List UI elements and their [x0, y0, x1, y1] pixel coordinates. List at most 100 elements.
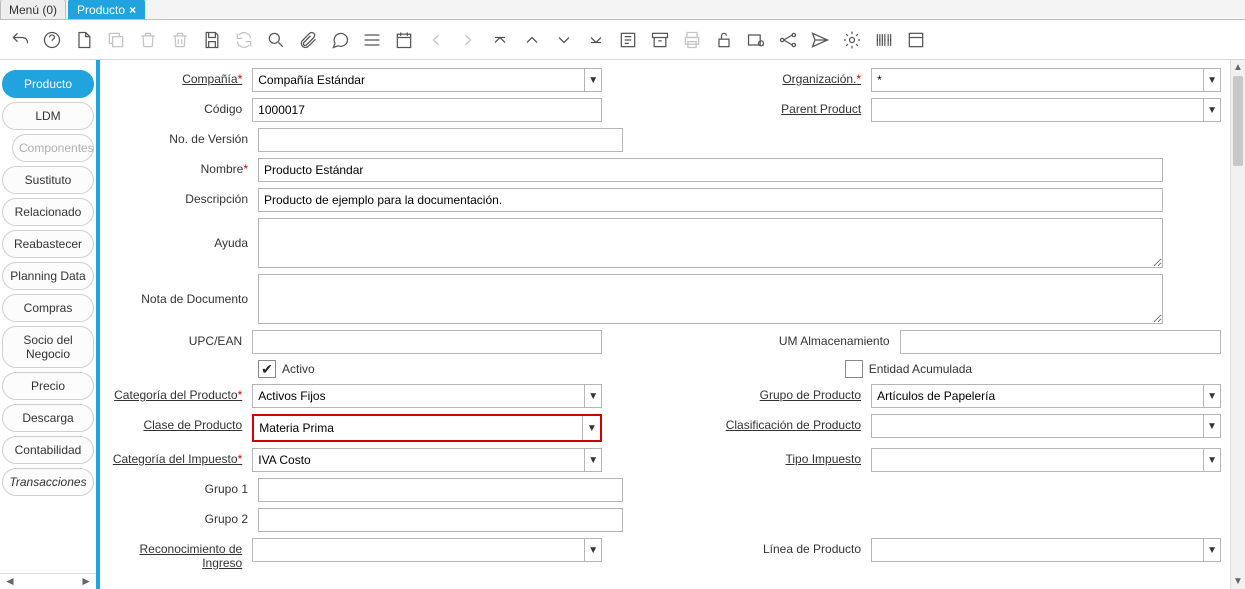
side-tab-descarga[interactable]: Descarga [2, 404, 94, 432]
report-icon[interactable] [618, 30, 638, 50]
product-info-icon[interactable] [842, 30, 862, 50]
categoria-producto-dropdown-icon[interactable]: ▼ [584, 384, 602, 408]
label-no-version: No. de Versión [108, 128, 258, 146]
label-descripcion: Descripción [108, 188, 258, 206]
side-tab-planning-data[interactable]: Planning Data [2, 262, 94, 290]
parent-product-dropdown-icon[interactable]: ▼ [1203, 98, 1221, 122]
tab-menu[interactable]: Menú (0) [0, 0, 66, 19]
categoria-impuesto-field[interactable] [252, 448, 584, 472]
calendar-icon[interactable] [394, 30, 414, 50]
organizacion-dropdown-icon[interactable]: ▼ [1203, 68, 1221, 92]
nav-next-icon[interactable] [458, 30, 478, 50]
close-icon[interactable]: × [129, 3, 136, 17]
side-tab-sustituto[interactable]: Sustituto [2, 166, 94, 194]
categoria-impuesto-dropdown-icon[interactable]: ▼ [584, 448, 602, 472]
grupo1-field[interactable] [258, 478, 623, 502]
clase-producto-dropdown-icon[interactable]: ▼ [582, 416, 600, 440]
side-tab-precio[interactable]: Precio [2, 372, 94, 400]
attachment-icon[interactable] [298, 30, 318, 50]
label-parent-product: Parent Product [602, 98, 871, 116]
chat-icon[interactable] [330, 30, 350, 50]
parent-product-field[interactable] [871, 98, 1203, 122]
linea-producto-dropdown-icon[interactable]: ▼ [1203, 538, 1221, 562]
scroll-down-icon[interactable]: ▼ [1231, 574, 1245, 589]
linea-producto-field[interactable] [871, 538, 1203, 562]
first-record-icon[interactable] [554, 30, 574, 50]
codigo-field[interactable] [252, 98, 602, 122]
label-clase-producto: Clase de Producto [108, 414, 252, 432]
scroll-thumb[interactable] [1233, 76, 1243, 166]
side-tab-socio-negocio[interactable]: Socio del Negocio [2, 326, 94, 368]
tab-producto[interactable]: Producto × [68, 0, 145, 19]
help-icon[interactable] [42, 30, 62, 50]
label-clasificacion-producto: Clasificación de Producto [602, 414, 871, 432]
nombre-field[interactable] [258, 158, 1163, 182]
search-icon[interactable] [266, 30, 286, 50]
print-icon[interactable] [682, 30, 702, 50]
scroll-up-icon[interactable]: ▲ [1231, 60, 1245, 75]
delete-icon[interactable] [138, 30, 158, 50]
reconocimiento-ingreso-field[interactable] [252, 538, 584, 562]
parent-record-icon[interactable] [490, 30, 510, 50]
side-tab-contabilidad[interactable]: Contabilidad [2, 436, 94, 464]
tab-producto-label: Producto [77, 3, 125, 17]
compania-dropdown-icon[interactable]: ▼ [584, 68, 602, 92]
label-grupo2: Grupo 2 [108, 508, 258, 526]
no-version-field[interactable] [258, 128, 623, 152]
lock-icon[interactable] [714, 30, 734, 50]
categoria-producto-field[interactable] [252, 384, 584, 408]
side-tab-relacionado[interactable]: Relacionado [2, 198, 94, 226]
um-almacenamiento-field[interactable] [900, 330, 1221, 354]
label-categoria-impuesto: Categoría del Impuesto [108, 448, 252, 466]
organizacion-field[interactable] [871, 68, 1203, 92]
grid-toggle-icon[interactable] [362, 30, 382, 50]
label-linea-producto: Línea de Producto [602, 538, 871, 556]
entidad-acumulada-checkbox[interactable]: Entidad Acumulada [845, 360, 972, 378]
side-scroll-right-icon[interactable]: ► [80, 574, 92, 589]
side-tab-reabastecer[interactable]: Reabastecer [2, 230, 94, 258]
delete-selection-icon[interactable] [170, 30, 190, 50]
request-icon[interactable] [810, 30, 830, 50]
side-tab-transacciones[interactable]: Transacciones [2, 468, 94, 496]
side-tab-ldm[interactable]: LDM [2, 102, 94, 130]
side-tab-compras[interactable]: Compras [2, 294, 94, 322]
side-tab-componentes[interactable]: Componentes [12, 134, 94, 162]
clasificacion-producto-field[interactable] [871, 414, 1203, 438]
label-codigo: Código [108, 98, 252, 116]
grupo-producto-field[interactable] [871, 384, 1203, 408]
tipo-impuesto-dropdown-icon[interactable]: ▼ [1203, 448, 1221, 472]
zoom-across-icon[interactable] [746, 30, 766, 50]
label-nombre: Nombre [108, 158, 258, 176]
upc-ean-field[interactable] [252, 330, 602, 354]
barcode-icon[interactable] [874, 30, 894, 50]
ayuda-field[interactable] [258, 218, 1163, 268]
archive-icon[interactable] [650, 30, 670, 50]
detail-record-icon[interactable] [522, 30, 542, 50]
label-tipo-impuesto: Tipo Impuesto [602, 448, 871, 466]
clasificacion-producto-dropdown-icon[interactable]: ▼ [1203, 414, 1221, 438]
side-scroll-left-icon[interactable]: ◄ [4, 574, 16, 589]
new-icon[interactable] [74, 30, 94, 50]
workflow-icon[interactable] [778, 30, 798, 50]
side-scroll[interactable]: ◄ ► [0, 573, 96, 589]
save-icon[interactable] [202, 30, 222, 50]
grupo2-field[interactable] [258, 508, 623, 532]
nav-prev-icon[interactable] [426, 30, 446, 50]
undo-icon[interactable] [10, 30, 30, 50]
label-nota-documento: Nota de Documento [108, 274, 258, 306]
grupo-producto-dropdown-icon[interactable]: ▼ [1203, 384, 1221, 408]
label-grupo1: Grupo 1 [108, 478, 258, 496]
activo-checkbox[interactable]: Activo [258, 360, 315, 378]
reconocimiento-ingreso-dropdown-icon[interactable]: ▼ [584, 538, 602, 562]
nota-documento-field[interactable] [258, 274, 1163, 324]
side-tab-producto[interactable]: Producto [2, 70, 94, 98]
last-record-icon[interactable] [586, 30, 606, 50]
refresh-icon[interactable] [234, 30, 254, 50]
tipo-impuesto-field[interactable] [871, 448, 1203, 472]
clase-producto-field[interactable] [254, 416, 582, 440]
descripcion-field[interactable] [258, 188, 1163, 212]
customize-icon[interactable] [906, 30, 926, 50]
copy-icon[interactable] [106, 30, 126, 50]
vertical-scrollbar[interactable]: ▲ ▼ [1230, 60, 1245, 589]
compania-field[interactable] [252, 68, 584, 92]
